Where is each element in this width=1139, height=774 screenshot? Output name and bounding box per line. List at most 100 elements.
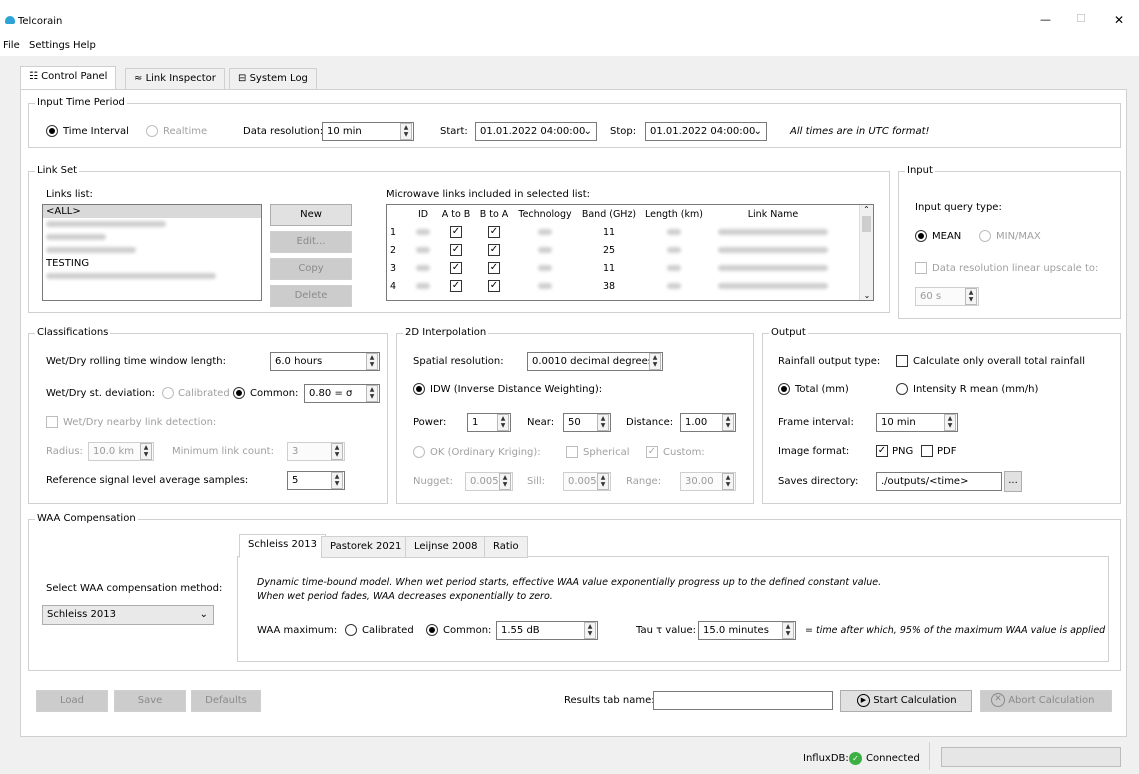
spatial-resolution-spinbox[interactable]: 0.0010 decimal degrees ▲ ▼ (527, 352, 663, 371)
tab-pastorek-2021[interactable]: Pastorek 2021 (321, 536, 411, 558)
scroll-up-icon[interactable]: ⌃ (860, 205, 873, 214)
rolling-window-spinbox[interactable]: 6.0 hours ▲ ▼ (270, 352, 380, 371)
spin-arrows-icon[interactable]: ▲ ▼ (400, 123, 412, 140)
frame-interval-spinbox[interactable]: 10 min ▲ ▼ (876, 413, 958, 432)
power-spinbox[interactable]: 1 ▲ ▼ (467, 413, 511, 432)
tab-leijnse-2008[interactable]: Leijnse 2008 (405, 536, 487, 558)
radius-spinbox[interactable]: 10.0 km ▲ ▼ (88, 442, 154, 461)
nugget-spinbox[interactable]: 0.005 ▲ ▼ (465, 472, 513, 491)
tab-control-panel[interactable]: ☷ Control Panel (20, 66, 117, 90)
list-item[interactable]: <ALL> (43, 205, 261, 218)
tab-schleiss-2013[interactable]: Schleiss 2013 (239, 534, 326, 558)
upscale-checkbox[interactable] (915, 262, 927, 274)
mean-radio[interactable] (915, 230, 927, 242)
spin-arrows-icon[interactable]: ▲ ▼ (722, 414, 734, 431)
microwave-links-table[interactable]: ID A to B B to A Technology Band (GHz) L… (386, 204, 874, 301)
list-item[interactable] (43, 231, 261, 244)
checkbox-checked-icon[interactable]: ✓ (450, 280, 462, 292)
checkbox-checked-icon[interactable]: ✓ (450, 262, 462, 274)
spin-arrows-icon[interactable]: ▲ ▼ (944, 414, 956, 431)
spherical-checkbox[interactable] (566, 446, 578, 458)
spin-arrows-icon[interactable]: ▲ ▼ (499, 473, 511, 490)
waa-common-radio[interactable] (426, 624, 438, 636)
spin-arrows-icon[interactable]: ▲ ▼ (722, 473, 734, 490)
spin-arrows-icon[interactable]: ▲ ▼ (497, 414, 509, 431)
spin-arrows-icon[interactable]: ▲ ▼ (597, 414, 609, 431)
spin-arrows-icon[interactable]: ▲ ▼ (782, 622, 794, 639)
scroll-down-icon[interactable]: ⌄ (860, 291, 873, 300)
range-spinbox[interactable]: 30.00 ▲ ▼ (680, 472, 736, 491)
spin-arrows-icon[interactable]: ▲ ▼ (965, 288, 977, 305)
menu-help[interactable]: Help (73, 40, 96, 52)
minmax-radio[interactable] (979, 230, 991, 242)
waa-method-select[interactable]: Schleiss 2013 ⌄ (42, 605, 214, 625)
checkbox-checked-icon[interactable]: ✓ (450, 244, 462, 256)
maximize-icon[interactable]: ☐ (1076, 13, 1086, 25)
spin-arrows-icon[interactable]: ▲ ▼ (331, 472, 343, 489)
spin-arrows-icon[interactable]: ▲ ▼ (140, 443, 152, 460)
table-scrollbar[interactable]: ⌃ ⌄ (859, 205, 873, 300)
overall-total-checkbox[interactable] (896, 355, 908, 367)
realtime-radio[interactable] (146, 125, 158, 137)
menu-settings[interactable]: Settings (29, 40, 70, 52)
list-item[interactable] (43, 244, 261, 257)
near-spinbox[interactable]: 50 ▲ ▼ (563, 413, 611, 432)
defaults-button[interactable]: Defaults (191, 690, 261, 712)
load-button[interactable]: Load (36, 690, 108, 712)
browse-button[interactable]: ... (1004, 471, 1022, 492)
pdf-checkbox[interactable] (921, 445, 933, 457)
abort-calculation-button[interactable]: ✕ Abort Calculation (980, 690, 1112, 712)
checkbox-checked-icon[interactable]: ✓ (450, 226, 462, 238)
save-button[interactable]: Save (114, 690, 186, 712)
time-interval-radio[interactable] (46, 125, 58, 137)
list-item[interactable]: TESTING (43, 257, 261, 270)
resolution-spinbox[interactable]: 10 min ▲ ▼ (322, 122, 414, 141)
nearby-link-checkbox[interactable] (46, 416, 58, 428)
start-datetime[interactable]: 01.01.2022 04:00:00 ⌄ (475, 122, 597, 141)
intensity-radio[interactable] (896, 383, 908, 395)
waa-common-spinbox[interactable]: 1.55 dB ▲ ▼ (496, 621, 598, 640)
stop-datetime[interactable]: 01.01.2022 04:00:00 ⌄ (645, 122, 767, 141)
common-radio[interactable] (233, 387, 245, 399)
tab-ratio[interactable]: Ratio (484, 536, 528, 558)
results-tab-input[interactable] (653, 691, 833, 710)
idw-radio[interactable] (413, 383, 425, 395)
table-row[interactable]: 2 ✓ ✓ 25 (387, 241, 839, 259)
list-item[interactable] (43, 218, 261, 231)
common-spinbox[interactable]: 0.80 = σ ▲ ▼ (304, 384, 380, 403)
min-count-spinbox[interactable]: 3 ▲ ▼ (287, 442, 345, 461)
tab-link-inspector[interactable]: ≈ Link Inspector (125, 68, 225, 90)
spin-arrows-icon[interactable]: ▲ ▼ (366, 353, 378, 370)
checkbox-checked-icon[interactable]: ✓ (488, 244, 500, 256)
tab-system-log[interactable]: ⊟ System Log (229, 68, 317, 90)
calibrated-radio[interactable] (162, 387, 174, 399)
table-row[interactable]: 4 ✓ ✓ 38 (387, 277, 839, 295)
tau-spinbox[interactable]: 15.0 minutes ▲ ▼ (698, 621, 796, 640)
spin-arrows-icon[interactable]: ▲ ▼ (366, 385, 378, 402)
spin-arrows-icon[interactable]: ▲ ▼ (584, 622, 596, 639)
list-item[interactable] (43, 270, 261, 283)
custom-checkbox[interactable]: ✓ (646, 446, 658, 458)
sill-spinbox[interactable]: 0.005 ▲ ▼ (563, 472, 611, 491)
ok-radio[interactable] (413, 446, 425, 458)
total-radio[interactable] (778, 383, 790, 395)
waa-calibrated-radio[interactable] (345, 624, 357, 636)
spin-arrows-icon[interactable]: ▲ ▼ (331, 443, 343, 460)
table-row[interactable]: 1 ✓ ✓ 11 (387, 223, 839, 241)
checkbox-checked-icon[interactable]: ✓ (488, 262, 500, 274)
edit-button[interactable]: Edit... (270, 231, 352, 253)
links-list[interactable]: <ALL> TESTING (42, 204, 262, 301)
upscale-spinbox[interactable]: 60 s ▲ ▼ (915, 287, 979, 306)
scrollbar-thumb[interactable] (862, 216, 871, 232)
close-icon[interactable]: ✕ (1114, 14, 1124, 26)
delete-button[interactable]: Delete (270, 285, 352, 307)
table-row[interactable]: 3 ✓ ✓ 11 (387, 259, 839, 277)
checkbox-checked-icon[interactable]: ✓ (488, 226, 500, 238)
png-checkbox[interactable]: ✓ (876, 445, 888, 457)
ref-samples-spinbox[interactable]: 5 ▲ ▼ (287, 471, 345, 490)
checkbox-checked-icon[interactable]: ✓ (488, 280, 500, 292)
spin-arrows-icon[interactable]: ▲ ▼ (649, 353, 661, 370)
spin-arrows-icon[interactable]: ▲ ▼ (597, 473, 609, 490)
distance-spinbox[interactable]: 1.00 ▲ ▼ (680, 413, 736, 432)
new-button[interactable]: New (270, 204, 352, 226)
